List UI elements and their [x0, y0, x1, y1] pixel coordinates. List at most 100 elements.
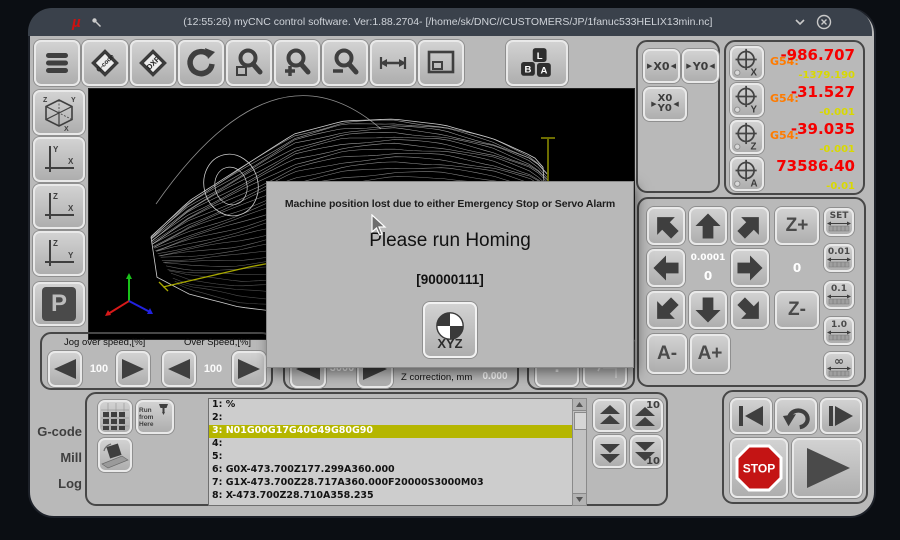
jog-se-button[interactable]	[731, 291, 769, 329]
home-y-button[interactable]: Y	[730, 83, 764, 117]
reset-button[interactable]	[775, 398, 817, 434]
a-minus-label: A-	[657, 343, 677, 365]
gcode-line[interactable]: 6: G0X-473.700Z177.299A360.000	[209, 464, 573, 477]
zoom-in-button[interactable]	[274, 40, 320, 86]
tab-log[interactable]: Log	[30, 476, 82, 491]
gcode-list[interactable]: 1: % 2: 3: N01G00G17G40G49G80G90 4: 5: 6…	[208, 398, 574, 506]
gcode-line[interactable]: 4:	[209, 438, 573, 451]
scrollbar-thumb[interactable]	[574, 412, 587, 430]
run-from-here-button[interactable]: Run from Here	[136, 400, 174, 434]
main-menu-button[interactable]	[34, 40, 80, 86]
measure-button[interactable]	[370, 40, 416, 86]
zy-plane-icon: Z Y	[40, 235, 78, 273]
step-10-button[interactable]: 1.0	[824, 317, 854, 345]
over-speed-up-button[interactable]	[232, 351, 266, 387]
gcode-line[interactable]: 1: %	[209, 399, 573, 412]
minimize-chevron-icon[interactable]	[794, 17, 806, 27]
right-triangle-icon: ▶	[651, 100, 656, 108]
play-button[interactable]	[792, 438, 862, 498]
over-speed-label: Over Speed,[%]	[184, 337, 251, 348]
zoom-fit-icon	[234, 48, 264, 78]
z-correction-label: Z correction, mm	[401, 372, 472, 383]
stop-button[interactable]: STOP	[730, 438, 788, 498]
reload-icon	[185, 47, 217, 79]
svg-text:Y: Y	[53, 145, 59, 154]
zoom-fit-button[interactable]	[226, 40, 272, 86]
jog-sw-button[interactable]	[647, 291, 685, 329]
arrow-right-icon	[733, 251, 767, 285]
keyboard-keys-icon: L B A	[520, 47, 554, 79]
jog-a-minus-button[interactable]: A-	[647, 334, 687, 374]
scroll-up-10-button[interactable]: 10	[630, 399, 663, 432]
view-frame-button[interactable]	[418, 40, 464, 86]
gcode-scrollbar[interactable]	[572, 398, 587, 506]
home-x-button[interactable]: X	[730, 46, 764, 80]
scrollbar-down-arrow[interactable]	[573, 493, 586, 505]
app-logo: µ	[72, 14, 81, 31]
step-01-button[interactable]: 0.1	[824, 281, 854, 309]
gcode-line[interactable]: 5:	[209, 451, 573, 464]
step-001-button[interactable]: 0.01	[824, 244, 854, 272]
jog-up-button[interactable]	[689, 207, 727, 245]
gcode-line[interactable]: 2:	[209, 412, 573, 425]
view-xy-button[interactable]: Y X	[33, 137, 85, 182]
scroll-down-10-button[interactable]: 10	[630, 435, 663, 468]
step-value2: 0	[704, 269, 712, 283]
park-icon: P	[42, 287, 76, 321]
home-z-button[interactable]: Z	[730, 120, 764, 154]
svg-text:B: B	[525, 65, 532, 76]
jog-speed-up-button[interactable]	[116, 351, 150, 387]
jog-z-minus-button[interactable]: Z-	[775, 291, 819, 329]
rewind-to-start-button[interactable]	[730, 398, 772, 434]
app-root: µ (12:55:26) myCNC control software. Ver…	[0, 0, 900, 540]
jog-a-plus-button[interactable]: A+	[690, 334, 730, 374]
view-zy-button[interactable]: Z Y	[33, 231, 85, 276]
rotate-workpiece-button[interactable]	[98, 438, 132, 472]
jog-ne-button[interactable]	[731, 207, 769, 245]
close-icon[interactable]	[816, 14, 832, 30]
svg-text:X: X	[751, 67, 758, 78]
home-xyz-button[interactable]: XYZ	[423, 302, 477, 358]
view-iso-button[interactable]: Z Y X	[33, 90, 85, 135]
gcode-line[interactable]: 3: N01G00G17G40G49G80G90	[209, 425, 573, 438]
jog-speed-down-button[interactable]	[48, 351, 82, 387]
grid-view-button[interactable]	[98, 400, 132, 434]
view-xz-button[interactable]: Z X	[33, 184, 85, 229]
jog-right-button[interactable]	[731, 249, 769, 287]
zoom-out-button[interactable]	[322, 40, 368, 86]
open-dxf-button[interactable]: DXF	[130, 40, 176, 86]
zero-x-button[interactable]: ▶X0◀	[643, 49, 680, 83]
open-gcode-button[interactable]: G-code	[82, 40, 128, 86]
tab-gcode[interactable]: G-code	[30, 424, 82, 439]
hotkeys-button[interactable]: L B A	[506, 40, 568, 86]
step-value: 0.0001	[691, 253, 726, 263]
jog-step-readout: 0.0001 0	[689, 249, 727, 287]
jog-left-button[interactable]	[647, 249, 685, 287]
jog-z-plus-button[interactable]: Z+	[775, 207, 819, 245]
zero-y-button[interactable]: ▶Y0◀	[682, 49, 719, 83]
jog-down-button[interactable]	[689, 291, 727, 329]
tab-mill[interactable]: Mill	[30, 450, 82, 465]
svg-text:L: L	[537, 51, 543, 62]
park-button[interactable]: P	[33, 282, 85, 326]
step-set-button[interactable]: SET	[824, 208, 854, 236]
zero-xy-button[interactable]: ▶ X0Y0 ◀	[643, 87, 687, 121]
xz-plane-icon: Z X	[40, 188, 78, 226]
gcode-line[interactable]: 8: X-473.700Z28.710A358.235	[209, 490, 573, 503]
svg-text:A: A	[751, 178, 758, 189]
a-plus-label: A+	[698, 343, 723, 365]
scroll-up-button[interactable]	[593, 399, 626, 432]
measure-icon	[378, 48, 408, 78]
crosshair-z-icon: Z	[732, 121, 762, 153]
scrollbar-up-arrow[interactable]	[573, 399, 586, 411]
over-speed-down-button[interactable]	[162, 351, 196, 387]
step-continuous-button[interactable]: ∞	[824, 352, 854, 380]
reload-button[interactable]	[178, 40, 224, 86]
pin-icon[interactable]	[91, 17, 102, 28]
svg-text:Z: Z	[53, 192, 58, 201]
scroll-down-button[interactable]	[593, 435, 626, 468]
jog-nw-button[interactable]	[647, 207, 685, 245]
gcode-line[interactable]: 7: G1X-473.700Z28.717A360.000F20000S3000…	[209, 477, 573, 490]
step-forward-button[interactable]	[820, 398, 862, 434]
home-a-button[interactable]: A	[730, 157, 764, 191]
